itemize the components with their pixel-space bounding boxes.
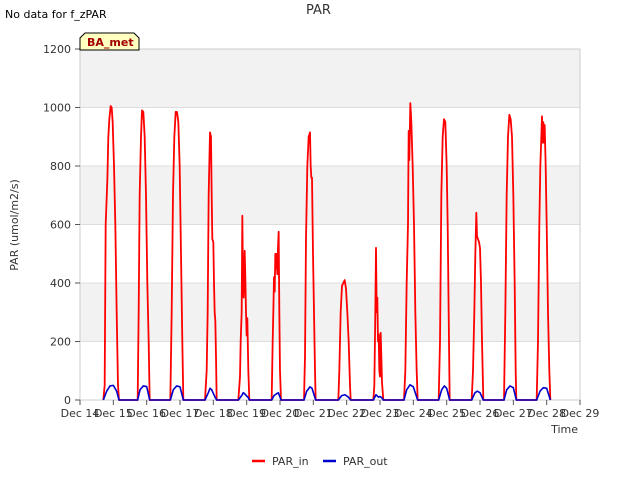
- y-tick-label: 200: [50, 336, 71, 349]
- x-tick-label: Dec 29: [561, 407, 600, 420]
- legend: PAR_in PAR_out: [252, 455, 388, 468]
- x-axis-ticks: Dec 14Dec 15Dec 16Dec 17Dec 18Dec 19Dec …: [61, 400, 600, 420]
- y-tick-label: 0: [64, 394, 71, 407]
- background-band: [80, 166, 580, 225]
- y-tick-label: 1000: [43, 102, 71, 115]
- y-tick-label: 600: [50, 219, 71, 232]
- no-data-note: No data for f_zPAR: [5, 8, 107, 21]
- chart-title: PAR: [306, 3, 331, 18]
- site-badge: BA_met: [79, 32, 140, 51]
- par-chart: PAR No data for f_zPAR 0 200 400 600 800 1000…: [5, 3, 600, 468]
- background-band: [80, 49, 580, 108]
- legend-label-par-in: PAR_in: [272, 455, 309, 468]
- legend-label-par-out: PAR_out: [343, 455, 388, 468]
- y-tick-label: 800: [50, 160, 71, 173]
- y-tick-label: 400: [50, 277, 71, 290]
- site-badge-label: BA_met: [87, 36, 134, 49]
- y-axis-label: PAR (umol/m2/s): [8, 179, 21, 271]
- y-tick-label: 1200: [43, 43, 71, 56]
- y-axis-ticks: 0 200 400 600 800 1000 1200: [43, 43, 80, 407]
- x-axis-label: Time: [550, 423, 578, 436]
- background-band: [80, 107, 580, 166]
